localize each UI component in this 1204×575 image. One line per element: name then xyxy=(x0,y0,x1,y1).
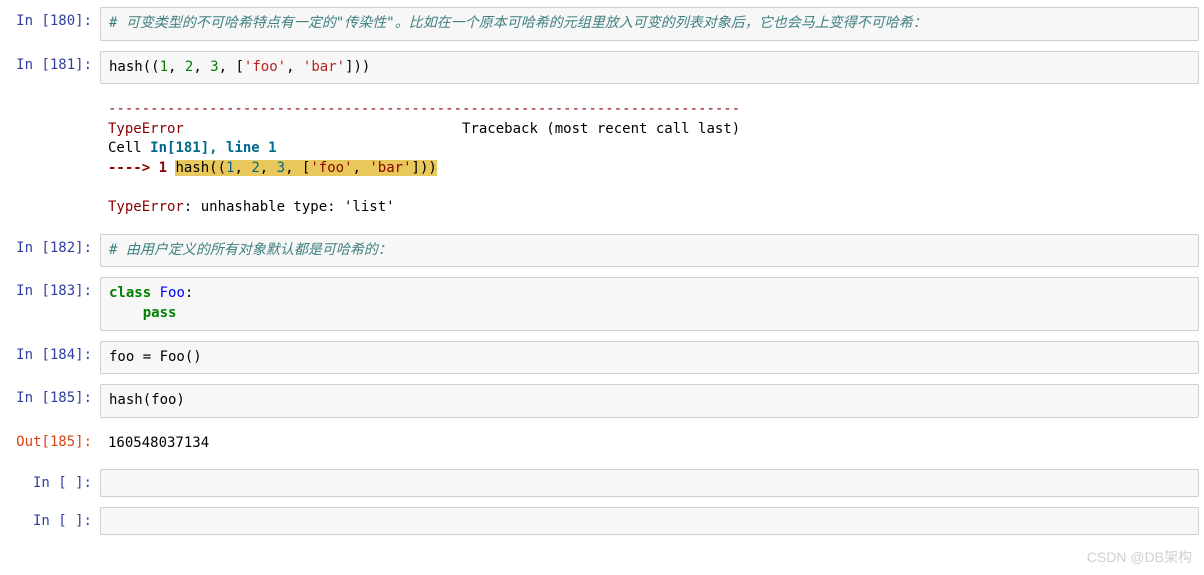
output-prompt: Out[185]: xyxy=(5,428,100,450)
tb-dashline: ----------------------------------------… xyxy=(108,101,740,117)
tb-error-name: TypeError xyxy=(108,121,184,137)
code-cell[interactable]: In [ ]: xyxy=(0,467,1204,499)
code-text: hash(foo) xyxy=(109,392,185,408)
output-text: 160548037134 xyxy=(100,428,1199,460)
code-input[interactable]: # 可变类型的不可哈希特点有一定的"传染性"。比如在一个原本可哈希的元组里放入可… xyxy=(100,7,1199,41)
code-input[interactable]: class Foo: pass xyxy=(100,277,1199,330)
tb-arrow: ----> 1 xyxy=(108,160,167,176)
input-prompt: In [185]: xyxy=(5,384,100,406)
tb-label: Traceback (most recent call last) xyxy=(462,121,740,137)
traceback-output: ----------------------------------------… xyxy=(100,94,1199,224)
code-text: foo = Foo() xyxy=(109,349,202,365)
code-input[interactable] xyxy=(100,469,1199,497)
tb-error-name: TypeError xyxy=(108,199,184,215)
code-cell[interactable]: In [180]: # 可变类型的不可哈希特点有一定的"传染性"。比如在一个原本… xyxy=(0,5,1204,43)
tb-error-msg: : unhashable type: 'list' xyxy=(184,199,395,215)
comment-text: # 可变类型的不可哈希特点有一定的"传染性"。比如在一个原本可哈希的元组里放入可… xyxy=(109,15,927,31)
str: 'foo' xyxy=(244,59,286,75)
comment-text: # 由用户定义的所有对象默认都是可哈希的： xyxy=(109,242,392,258)
code-cell[interactable]: In [ ]: xyxy=(0,505,1204,537)
str: 'bar' xyxy=(303,59,345,75)
tb-highlighted-code: hash((1, 2, 3, ['foo', 'bar'])) xyxy=(175,160,436,176)
num: 1 xyxy=(160,59,168,75)
code-text: : xyxy=(185,285,193,301)
code-text: , xyxy=(168,59,185,75)
code-text: ])) xyxy=(345,59,370,75)
input-prompt: In [183]: xyxy=(5,277,100,299)
input-prompt: In [ ]: xyxy=(5,469,100,491)
input-prompt: In [ ]: xyxy=(5,507,100,529)
num: 3 xyxy=(210,59,218,75)
code-input[interactable]: # 由用户定义的所有对象默认都是可哈希的： xyxy=(100,234,1199,268)
code-cell[interactable]: In [182]: # 由用户定义的所有对象默认都是可哈希的： xyxy=(0,232,1204,270)
input-prompt: In [181]: xyxy=(5,51,100,73)
code-text: hash(( xyxy=(109,59,160,75)
watermark: CSDN @DB架构 xyxy=(1087,547,1192,567)
input-prompt: In [180]: xyxy=(5,7,100,29)
output-cell: Out[185]: 160548037134 xyxy=(0,426,1204,462)
input-prompt: In [184]: xyxy=(5,341,100,363)
code-input[interactable]: hash(foo) xyxy=(100,384,1199,418)
tb-cell: Cell xyxy=(108,140,150,156)
tb-in: In[181], line 1 xyxy=(150,140,276,156)
code-input[interactable] xyxy=(100,507,1199,535)
code-input[interactable]: foo = Foo() xyxy=(100,341,1199,375)
code-cell[interactable]: In [184]: foo = Foo() xyxy=(0,339,1204,377)
output-cell: ----------------------------------------… xyxy=(0,92,1204,226)
code-cell[interactable]: In [185]: hash(foo) xyxy=(0,382,1204,420)
code-text: , xyxy=(286,59,303,75)
code-cell[interactable]: In [181]: hash((1, 2, 3, ['foo', 'bar'])… xyxy=(0,49,1204,87)
code-cell[interactable]: In [183]: class Foo: pass xyxy=(0,275,1204,332)
classname: Foo xyxy=(151,285,185,301)
input-prompt: In [182]: xyxy=(5,234,100,256)
kw: class xyxy=(109,285,151,301)
code-text: , xyxy=(193,59,210,75)
code-text: , [ xyxy=(219,59,244,75)
kw: pass xyxy=(143,305,177,321)
code-input[interactable]: hash((1, 2, 3, ['foo', 'bar'])) xyxy=(100,51,1199,85)
indent xyxy=(109,305,143,321)
output-prompt-empty xyxy=(5,94,100,100)
